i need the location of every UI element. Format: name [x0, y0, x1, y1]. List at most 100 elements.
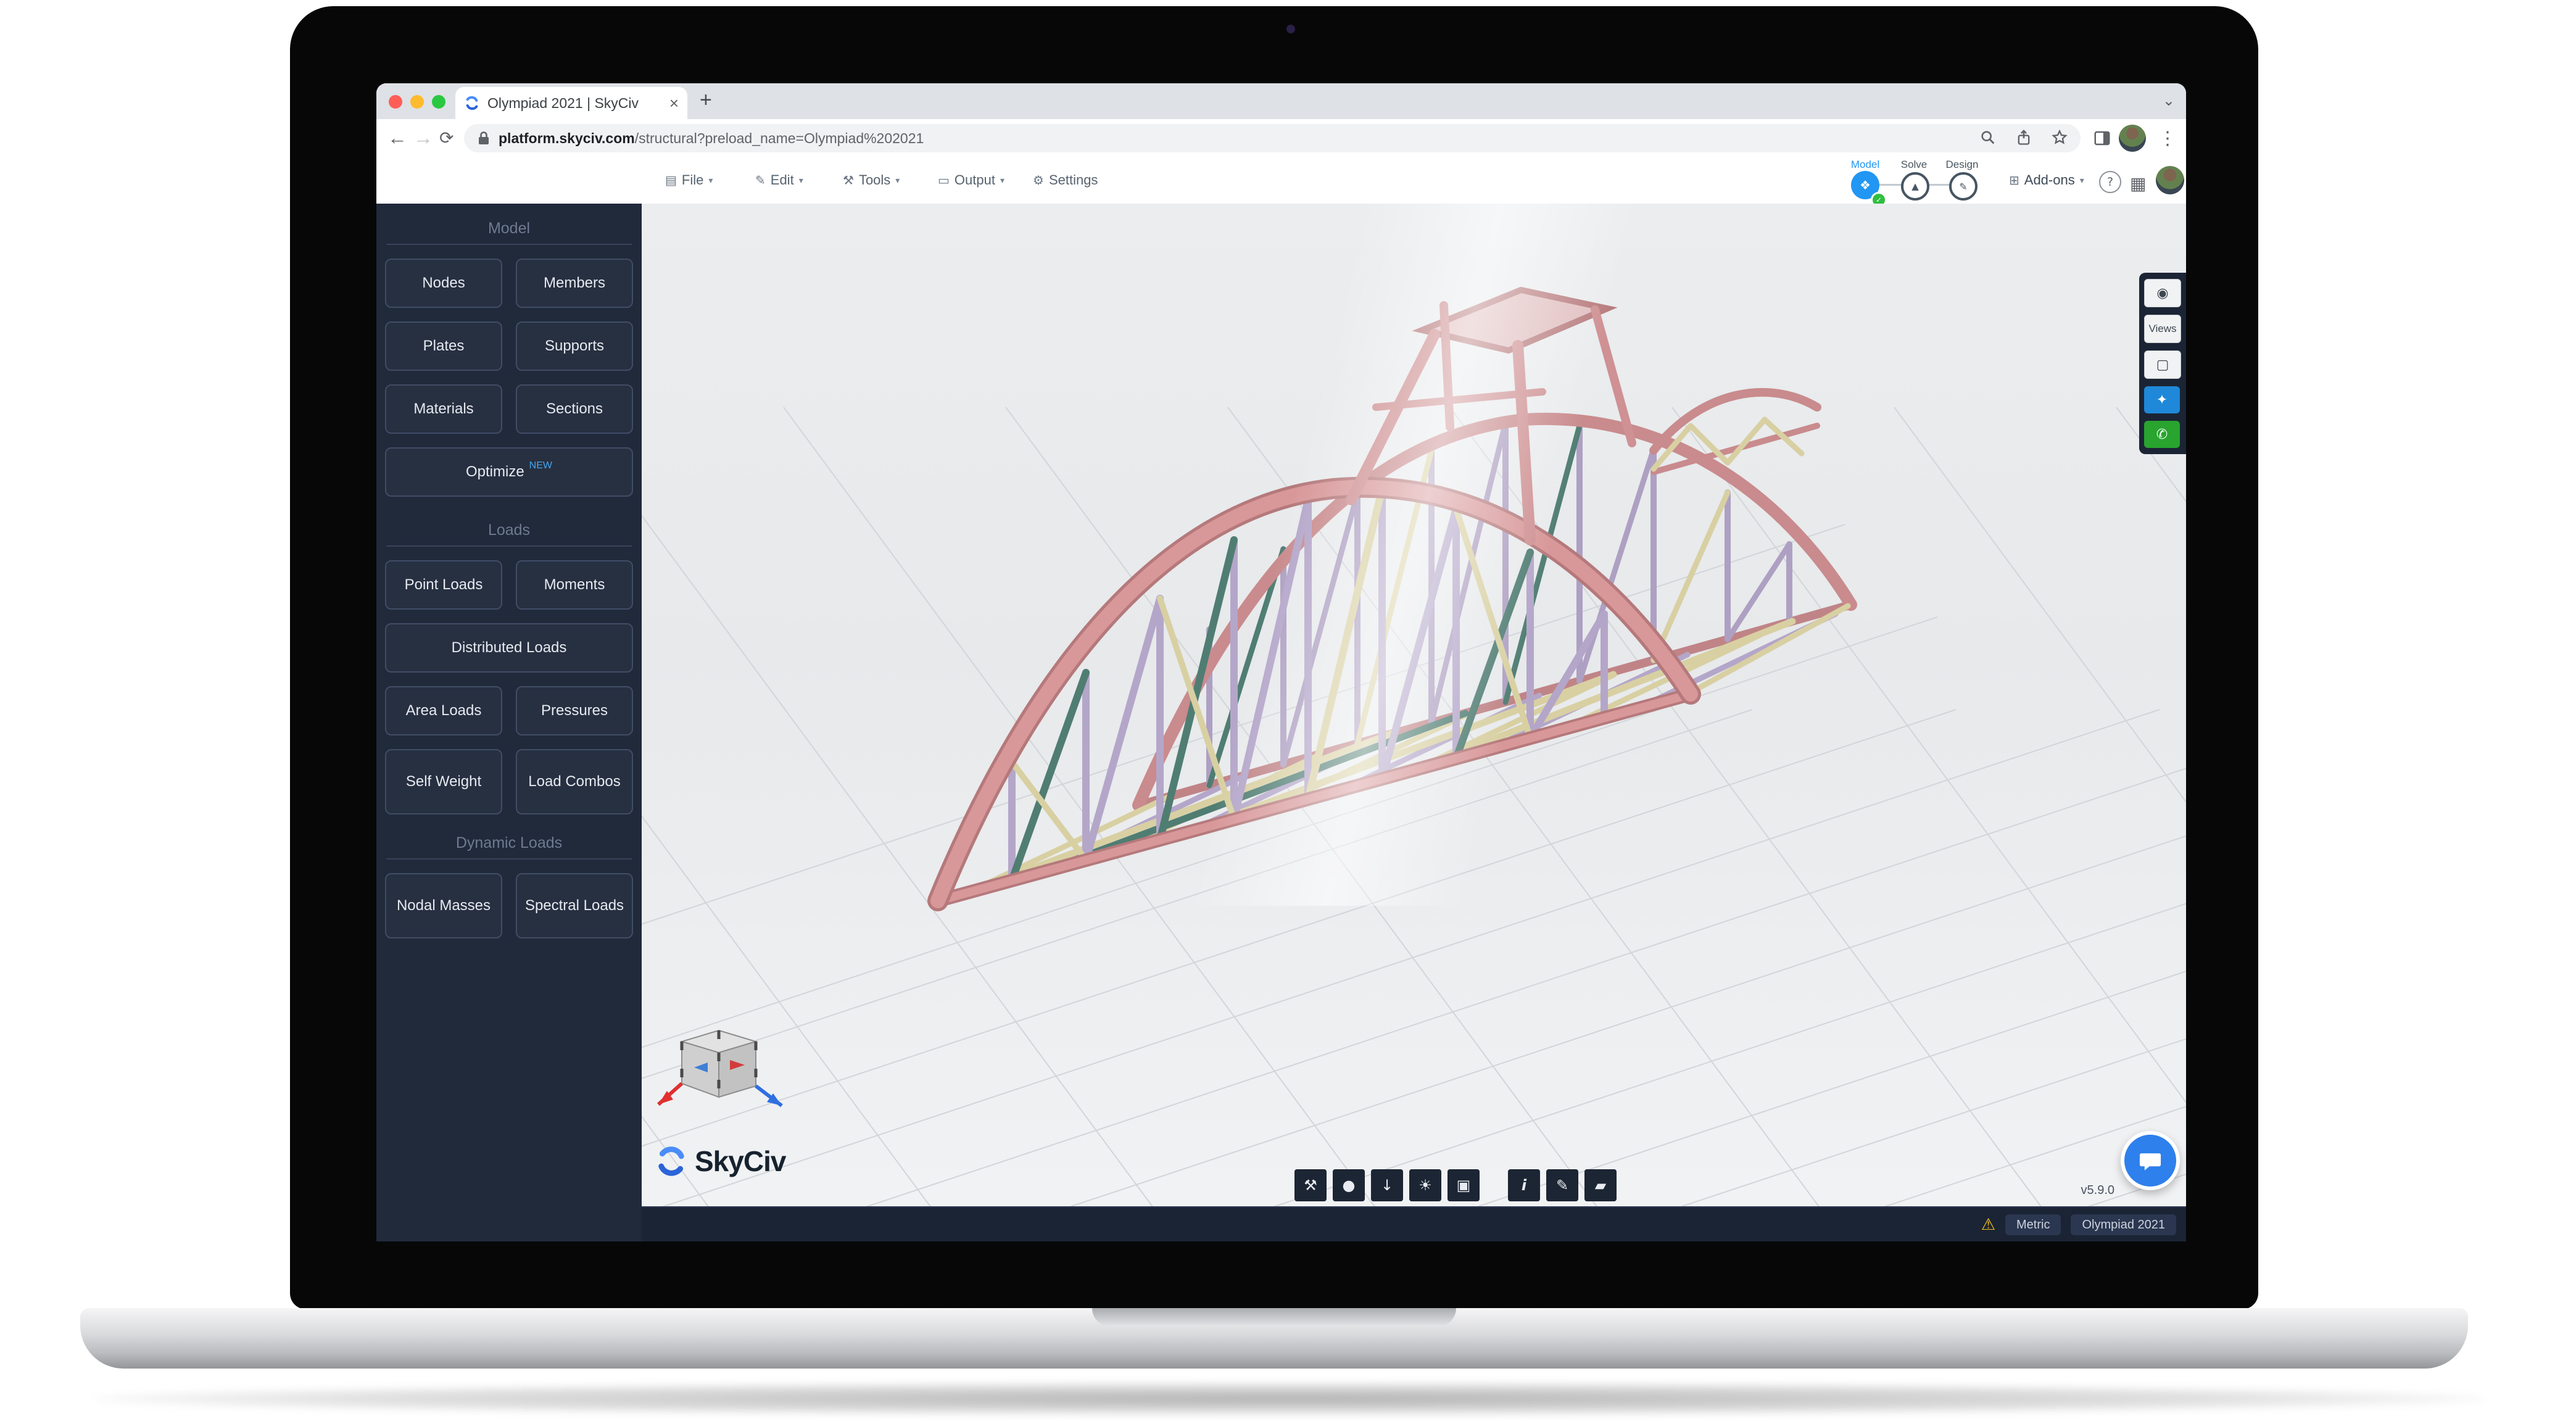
- minimize-window-button[interactable]: [410, 95, 424, 109]
- browser-tab[interactable]: Olympiad 2021 | SkyCiv ×: [455, 87, 687, 119]
- forward-button[interactable]: →: [413, 126, 433, 149]
- optimize-button[interactable]: Optimize NEW: [385, 447, 633, 497]
- materials-button[interactable]: Materials: [385, 384, 502, 434]
- menu-edit-label: Edit: [771, 172, 794, 188]
- tabstrip-chevron-icon[interactable]: ⌄: [2163, 92, 2175, 110]
- zoom-window-button[interactable]: [432, 95, 445, 109]
- pressures-button[interactable]: Pressures: [516, 686, 633, 735]
- supports-button[interactable]: Supports: [516, 321, 633, 371]
- tab-close-icon[interactable]: ×: [669, 94, 679, 113]
- address-bar[interactable]: platform.skyciv.com/structural?preload_n…: [464, 124, 2081, 152]
- menu-tools[interactable]: ⚒ Tools ▾: [843, 172, 900, 188]
- plates-button[interactable]: Plates: [385, 321, 502, 371]
- section-title-dynamic-loads: Dynamic Loads: [376, 834, 642, 852]
- orientation-cube[interactable]: [658, 1030, 782, 1106]
- side-panel-icon[interactable]: [2093, 129, 2111, 147]
- views-button[interactable]: Views: [2144, 315, 2181, 343]
- eraser-tool-button[interactable]: ▰: [1584, 1169, 1617, 1201]
- info-button[interactable]: i: [1508, 1169, 1540, 1201]
- menu-settings-label: Settings: [1049, 172, 1098, 188]
- menu-output[interactable]: ▭ Output ▾: [938, 172, 1004, 188]
- design-pencil-icon: ✎: [1959, 181, 1967, 193]
- solve-icon: ▲: [1911, 181, 1919, 192]
- addons-dropdown[interactable]: ⊞ Add-ons ▾: [2009, 172, 2084, 188]
- user-avatar[interactable]: [2156, 166, 2184, 194]
- node-visibility-button[interactable]: ●: [1333, 1169, 1365, 1201]
- members-button[interactable]: Members: [516, 259, 633, 308]
- back-button[interactable]: ←: [387, 126, 407, 149]
- addons-label: Add-ons: [2024, 172, 2075, 188]
- chevron-down-icon: ▾: [708, 175, 713, 186]
- sidebar: Model Nodes Members Plates Supports Mate…: [376, 204, 642, 1241]
- nodes-button[interactable]: Nodes: [385, 259, 502, 308]
- model-3d-viewport[interactable]: SkyCiv ⚒ ● ↓ ☀ ▣ i ✎ ▰ ◉: [642, 204, 2186, 1206]
- nodal-masses-button[interactable]: Nodal Masses: [385, 873, 502, 938]
- share-icon[interactable]: [2015, 129, 2032, 146]
- monitor-icon: ▭: [938, 173, 950, 188]
- skyciv-logo-icon: [655, 1145, 687, 1177]
- new-badge: NEW: [529, 460, 552, 472]
- distributed-loads-button[interactable]: Distributed Loads: [385, 623, 633, 673]
- light-toggle-button[interactable]: ☀: [1409, 1169, 1441, 1201]
- laptop-base: [80, 1308, 2468, 1369]
- eye-visibility-button[interactable]: ◉: [2144, 279, 2181, 307]
- reload-button[interactable]: ⟳: [439, 128, 453, 148]
- chat-bubble-icon: [2137, 1148, 2163, 1174]
- mobile-view-button[interactable]: ✆: [2144, 421, 2180, 448]
- light-reflection: [642, 204, 2186, 906]
- chevron-down-icon: ▾: [2080, 175, 2084, 186]
- chat-widget-button[interactable]: [2121, 1131, 2180, 1190]
- browser-profile-avatar[interactable]: [2119, 125, 2146, 152]
- tab-strip: Olympiad 2021 | SkyCiv × + ⌄: [376, 83, 2186, 119]
- section-title-model: Model: [376, 220, 642, 238]
- menu-settings[interactable]: ⚙ Settings: [1033, 172, 1098, 188]
- chevron-down-icon: ▾: [1000, 175, 1004, 186]
- optimize-label: Optimize: [466, 463, 524, 481]
- menu-file-label: File: [682, 172, 703, 188]
- url-host: platform.skyciv.com: [499, 130, 635, 146]
- point-loads-button[interactable]: Point Loads: [385, 560, 502, 610]
- moments-button[interactable]: Moments: [516, 560, 633, 610]
- view-controls-panel: ◉ Views ▢ ✦ ✆: [2139, 273, 2186, 454]
- spectral-loads-button[interactable]: Spectral Loads: [516, 873, 633, 938]
- menu-file[interactable]: ▤ File ▾: [665, 172, 713, 188]
- units-button[interactable]: Metric: [2005, 1214, 2061, 1235]
- area-loads-button[interactable]: Area Loads: [385, 686, 502, 735]
- divider: [386, 545, 632, 547]
- load-combos-button[interactable]: Load Combos: [516, 749, 633, 814]
- gear-icon: ⚙: [1033, 173, 1044, 188]
- zoom-search-icon[interactable]: [1979, 129, 1997, 146]
- sections-button[interactable]: Sections: [516, 384, 633, 434]
- help-button[interactable]: ?: [2099, 171, 2121, 193]
- member-tools-button[interactable]: ⚒: [1294, 1169, 1327, 1201]
- close-window-button[interactable]: [389, 95, 402, 109]
- lock-icon: [478, 130, 490, 146]
- workflow-solve-step[interactable]: ▲: [1901, 172, 1929, 201]
- skyciv-favicon-icon: [464, 95, 480, 111]
- project-name-button[interactable]: Olympiad 2021: [2071, 1214, 2176, 1235]
- webcam-dot: [1286, 25, 1295, 33]
- pen-tool-button[interactable]: ✎: [1546, 1169, 1578, 1201]
- bookmark-star-icon[interactable]: [2051, 129, 2068, 146]
- load-arrow-button[interactable]: ↓: [1371, 1169, 1403, 1201]
- camera-button[interactable]: ▢: [2144, 350, 2181, 379]
- apps-grid-icon[interactable]: ▦: [2130, 173, 2146, 194]
- screenshot-button[interactable]: ▣: [1447, 1169, 1480, 1201]
- self-weight-button[interactable]: Self Weight: [385, 749, 502, 814]
- viewport-toolbar: ⚒ ● ↓ ☀ ▣ i ✎ ▰: [1294, 1169, 1617, 1201]
- status-bar: ⚠ Metric Olympiad 2021: [642, 1206, 2186, 1241]
- addons-grid-icon: ⊞: [2009, 173, 2019, 188]
- model-cube-icon: ❖: [1860, 178, 1871, 193]
- menu-edit[interactable]: ✎ Edit ▾: [755, 172, 803, 188]
- chevron-down-icon: ▾: [895, 175, 900, 186]
- renderer-button[interactable]: ✦: [2144, 386, 2180, 413]
- workflow-design-label: Design: [1937, 159, 1987, 171]
- workflow-design-step[interactable]: ✎: [1949, 172, 1978, 201]
- browser-menu-kebab-icon[interactable]: ⋮: [2158, 128, 2177, 149]
- wrench-icon: ⚒: [843, 173, 854, 188]
- laptop-shadow: [93, 1382, 2487, 1415]
- new-tab-button[interactable]: +: [700, 88, 712, 112]
- laptop-base-notch: [1092, 1308, 1456, 1327]
- menu-output-label: Output: [955, 172, 995, 188]
- question-icon: ?: [2107, 175, 2113, 189]
